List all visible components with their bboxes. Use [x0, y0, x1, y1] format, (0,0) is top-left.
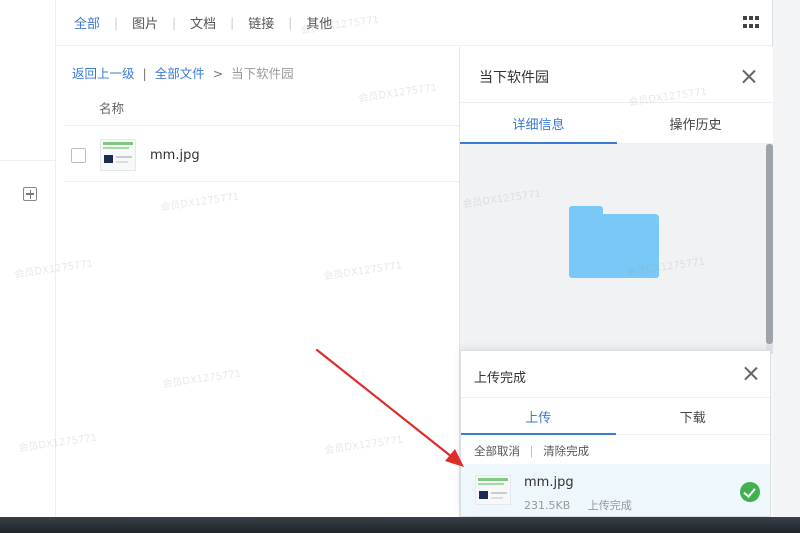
- row-checkbox[interactable]: [71, 147, 86, 163]
- scrollbar[interactable]: [766, 144, 773, 354]
- add-icon[interactable]: [23, 187, 37, 201]
- folder-icon: [569, 206, 659, 278]
- image-thumbnail-icon: [475, 475, 511, 505]
- column-header-name[interactable]: 名称: [99, 98, 124, 117]
- upload-panel: 上传完成 上传 下载 全部取消 | 清除完成 mm.jpg 231.5KB 上传…: [460, 350, 771, 517]
- row-divider: [64, 125, 459, 126]
- left-sidebar: [0, 0, 56, 517]
- list-item[interactable]: mm.jpg 231.5KB 上传完成: [461, 464, 770, 516]
- tab-upload[interactable]: 上传: [461, 398, 616, 435]
- upload-panel-title: 上传完成: [474, 371, 527, 386]
- tab-links[interactable]: 链接: [234, 13, 288, 32]
- tab-details[interactable]: 详细信息: [460, 103, 617, 144]
- breadcrumb-back-link[interactable]: 返回上一级: [72, 66, 135, 81]
- upload-file-size: 231.5KB: [524, 499, 571, 512]
- row-divider: [64, 181, 459, 182]
- close-icon[interactable]: [742, 69, 756, 83]
- scrollbar-thumb[interactable]: [766, 144, 773, 344]
- preview-area: [460, 144, 774, 354]
- check-circle-icon: [740, 482, 760, 502]
- cancel-all-button[interactable]: 全部取消: [474, 444, 520, 458]
- transfer-tabs: 上传 下载: [461, 397, 770, 435]
- file-list-area: 返回上一级 | 全部文件 > 当下软件园 名称 mm.jpg: [57, 47, 459, 517]
- breadcrumb-current: 当下软件园: [231, 66, 294, 81]
- breadcrumb-separator: >: [212, 66, 224, 81]
- grid-view-icon[interactable]: [743, 16, 759, 30]
- tab-images[interactable]: 图片: [118, 13, 172, 32]
- sidebar-divider: [0, 160, 56, 161]
- table-row[interactable]: mm.jpg: [71, 137, 451, 173]
- file-type-tabs: 全部 | 图片 | 文档 | 链接 | 其他: [56, 0, 773, 46]
- upload-file-meta: 231.5KB 上传完成: [524, 497, 632, 513]
- file-manager-window: 全部 | 图片 | 文档 | 链接 | 其他 返回上一级 | 全部文件 > 当下…: [0, 0, 774, 517]
- action-separator: |: [529, 444, 534, 458]
- upload-status: 上传完成: [587, 499, 632, 512]
- close-icon[interactable]: [744, 366, 758, 380]
- breadcrumb-all-files-link[interactable]: 全部文件: [155, 66, 205, 81]
- tab-documents[interactable]: 文档: [176, 13, 230, 32]
- clear-done-button[interactable]: 清除完成: [543, 444, 589, 458]
- window-gutter: [773, 0, 800, 517]
- breadcrumb: 返回上一级 | 全部文件 > 当下软件园: [72, 63, 294, 82]
- tab-all[interactable]: 全部: [74, 13, 114, 32]
- upload-file-name: mm.jpg: [524, 475, 574, 490]
- tab-others[interactable]: 其他: [292, 13, 346, 32]
- image-thumbnail-icon: [100, 139, 136, 171]
- tab-download[interactable]: 下载: [616, 398, 771, 434]
- breadcrumb-divider: |: [142, 66, 147, 81]
- tab-history[interactable]: 操作历史: [617, 103, 774, 143]
- detail-tabs: 详细信息 操作历史: [460, 102, 774, 144]
- upload-actions: 全部取消 | 清除完成: [474, 443, 589, 459]
- detail-panel-title: 当下软件园: [479, 70, 549, 86]
- file-name[interactable]: mm.jpg: [150, 148, 200, 163]
